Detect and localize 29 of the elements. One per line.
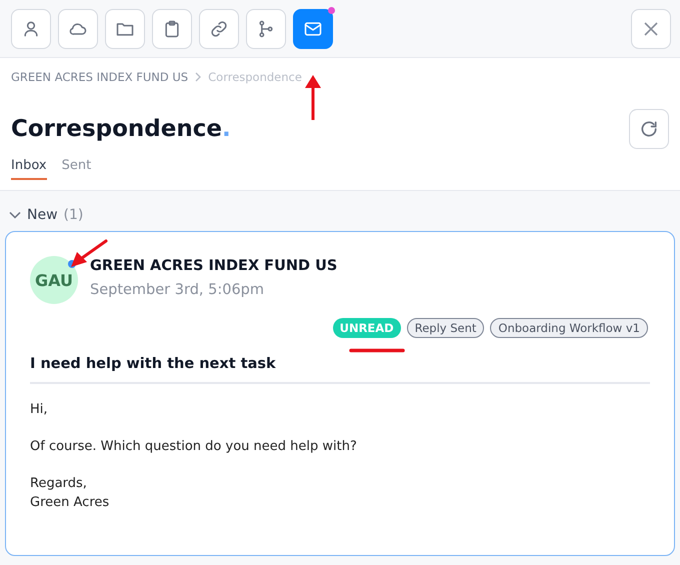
close-icon	[644, 22, 658, 36]
page-title: Correspondence	[11, 116, 222, 142]
section-count: (1)	[64, 207, 84, 223]
section-title: New	[27, 207, 58, 223]
message-date: September 3rd, 5:06pm	[90, 282, 265, 298]
avatar: GAU	[30, 256, 78, 304]
status-badge: UNREAD	[332, 318, 401, 338]
title-dot: .	[222, 116, 231, 142]
body-text: Regards,	[30, 475, 88, 493]
tab[interactable]: Sent	[62, 158, 92, 180]
body-text: Hi,	[30, 401, 49, 419]
body-text: Of course. Which question do you need help with?	[30, 438, 358, 456]
body-text: Green Acres	[30, 494, 110, 512]
toolbar-button[interactable]	[293, 8, 333, 48]
tag: Onboarding Workflow v1	[490, 318, 648, 338]
tab[interactable]: Inbox	[11, 158, 47, 180]
message-subject: I need help with the next task	[30, 356, 277, 374]
breadcrumb-item: Correspondence	[208, 70, 302, 84]
link-icon	[209, 18, 229, 38]
refresh-button[interactable]	[629, 109, 669, 149]
breadcrumb-item[interactable]: GREEN ACRES INDEX FUND US	[11, 70, 188, 84]
annotation-underline	[349, 348, 405, 353]
chevron-icon[interactable]	[9, 211, 21, 219]
chevron-icon	[194, 72, 202, 82]
close-button[interactable]	[631, 8, 671, 48]
sender-name: GREEN ACRES INDEX FUND US	[90, 258, 338, 274]
refresh-icon	[639, 119, 659, 139]
tag: Reply Sent	[406, 318, 484, 338]
annotation-arrow	[302, 74, 324, 122]
